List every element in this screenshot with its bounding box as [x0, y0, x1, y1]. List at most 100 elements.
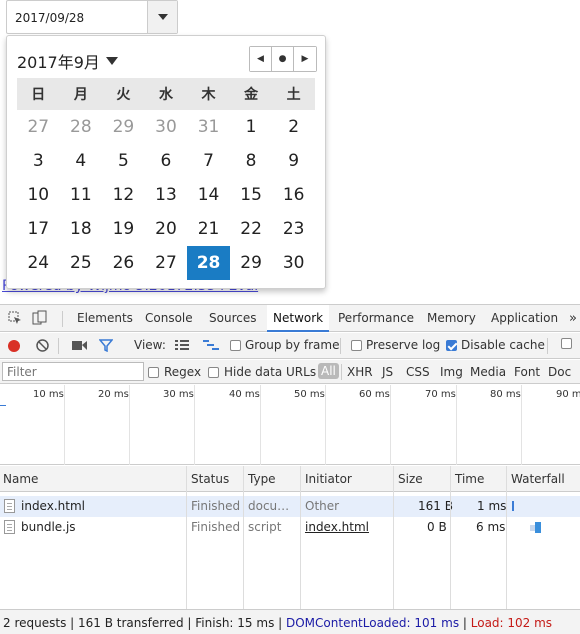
more-tabs-icon[interactable]: » [569, 305, 577, 332]
day-cell[interactable]: 3 [17, 144, 60, 178]
day-cell[interactable]: 5 [102, 144, 145, 178]
status-separator: | [459, 616, 471, 630]
request-name[interactable]: bundle.js [21, 520, 76, 534]
inspect-icon[interactable] [8, 305, 22, 332]
camera-icon[interactable] [72, 340, 88, 351]
next-month-button[interactable]: ▶ [294, 47, 316, 71]
column-header-initiator[interactable]: Initiator [305, 472, 352, 486]
day-cell[interactable]: 30 [145, 110, 188, 144]
date-value[interactable]: 2017/09/28 [7, 1, 147, 33]
filter-type-css[interactable]: CSS [406, 365, 430, 379]
offline-checkbox[interactable] [561, 338, 572, 349]
column-header-name[interactable]: Name [3, 472, 38, 486]
tab-network[interactable]: Network [267, 305, 330, 332]
filter-type-media[interactable]: Media [470, 365, 506, 379]
filter-type-font[interactable]: Font [514, 365, 540, 379]
group-by-frame-checkbox[interactable]: Group by frame [230, 338, 339, 352]
day-cell[interactable]: 10 [17, 178, 60, 212]
day-cell[interactable]: 15 [230, 178, 273, 212]
checkbox-icon [148, 366, 159, 378]
day-cell[interactable]: 28 [60, 110, 103, 144]
column-header-status[interactable]: Status [191, 472, 229, 486]
filter-type-xhr[interactable]: XHR [347, 365, 373, 379]
date-dropdown-button[interactable] [147, 1, 177, 33]
disable-cache-checkbox[interactable]: Disable cache [446, 338, 545, 352]
table-row[interactable]: bundle.js Finished script index.html 0 B… [0, 517, 580, 538]
device-toggle-icon[interactable] [32, 305, 48, 332]
day-cell[interactable]: 2 [272, 110, 315, 144]
day-cell[interactable]: 21 [187, 212, 230, 246]
day-cell[interactable]: 16 [272, 178, 315, 212]
day-cell[interactable]: 4 [60, 144, 103, 178]
day-cell[interactable]: 8 [230, 144, 273, 178]
day-cell[interactable]: 12 [102, 178, 145, 212]
day-cell[interactable]: 27 [145, 246, 188, 280]
weekday-header-row: 日 月 火 水 木 金 土 [17, 78, 315, 110]
day-cell[interactable]: 7 [187, 144, 230, 178]
regex-checkbox[interactable]: Regex [148, 365, 201, 379]
filter-type-doc[interactable]: Doc [548, 365, 571, 379]
filter-input[interactable] [2, 362, 144, 381]
list-view-icon[interactable] [175, 340, 189, 351]
day-cell[interactable]: 29 [230, 246, 273, 280]
day-cell[interactable]: 14 [187, 178, 230, 212]
network-toolbar: View: Group by frame Preserve log Disabl… [0, 333, 580, 359]
day-cell[interactable]: 29 [102, 110, 145, 144]
prev-month-button[interactable]: ◀ [250, 47, 272, 71]
network-overview-timeline[interactable]: 10 ms 20 ms 30 ms 40 ms 50 ms 60 ms 70 m… [0, 385, 580, 465]
timeline-tick: 30 ms [163, 389, 194, 400]
day-cell[interactable]: 27 [17, 110, 60, 144]
month-selector[interactable]: 2017年9月 [17, 49, 118, 73]
column-header-waterfall[interactable]: Waterfall [511, 472, 565, 486]
day-cell[interactable]: 22 [230, 212, 273, 246]
timeline-tick: 20 ms [98, 389, 129, 400]
tab-memory[interactable]: Memory [427, 305, 476, 332]
day-cell[interactable]: 13 [145, 178, 188, 212]
hide-data-urls-checkbox[interactable]: Hide data URLs [208, 365, 316, 379]
timeline-gridline [456, 385, 457, 465]
day-cell[interactable]: 9 [272, 144, 315, 178]
tab-console[interactable]: Console [145, 305, 193, 332]
today-button[interactable]: ● [272, 47, 294, 71]
day-cell[interactable]: 24 [17, 246, 60, 280]
checkbox-icon [208, 366, 219, 378]
filter-type-js[interactable]: JS [382, 365, 393, 379]
tab-application[interactable]: Application [491, 305, 558, 332]
column-header-size[interactable]: Size [398, 472, 423, 486]
preserve-log-checkbox[interactable]: Preserve log [351, 338, 440, 352]
day-cell[interactable]: 19 [102, 212, 145, 246]
day-cell[interactable]: 25 [60, 246, 103, 280]
day-cell[interactable]: 20 [145, 212, 188, 246]
checkbox-icon [561, 338, 572, 349]
timeline-gridline [325, 385, 326, 465]
filter-icon[interactable] [99, 339, 113, 352]
day-cell[interactable]: 17 [17, 212, 60, 246]
column-header-type[interactable]: Type [248, 472, 276, 486]
waterfall-view-icon[interactable] [203, 340, 219, 351]
filter-type-img[interactable]: Img [440, 365, 463, 379]
record-icon[interactable] [8, 340, 20, 352]
request-status: Finished [191, 499, 241, 513]
day-cell-selected[interactable]: 28 [187, 246, 230, 280]
day-cell[interactable]: 1 [230, 110, 273, 144]
day-cell[interactable]: 30 [272, 246, 315, 280]
day-cell[interactable]: 26 [102, 246, 145, 280]
tab-elements[interactable]: Elements [77, 305, 133, 332]
tab-sources[interactable]: Sources [209, 305, 256, 332]
day-cell[interactable]: 6 [145, 144, 188, 178]
view-label: View: [134, 338, 166, 352]
clear-icon[interactable] [36, 339, 49, 352]
day-cell[interactable]: 11 [60, 178, 103, 212]
tab-performance[interactable]: Performance [338, 305, 414, 332]
day-cell[interactable]: 31 [187, 110, 230, 144]
day-cell[interactable]: 23 [272, 212, 315, 246]
table-row[interactable]: index.html Finished docu… Other 161 B 1 … [0, 496, 580, 517]
column-header-time[interactable]: Time [455, 472, 484, 486]
filter-type-all[interactable]: All [318, 363, 339, 379]
date-input[interactable]: 2017/09/28 [6, 0, 178, 34]
day-cell[interactable]: 18 [60, 212, 103, 246]
request-initiator-link[interactable]: index.html [305, 520, 369, 534]
timeline-tick: 60 ms [359, 389, 390, 400]
dom-content-loaded: DOMContentLoaded: 101 ms [286, 616, 460, 630]
request-name[interactable]: index.html [21, 499, 85, 513]
